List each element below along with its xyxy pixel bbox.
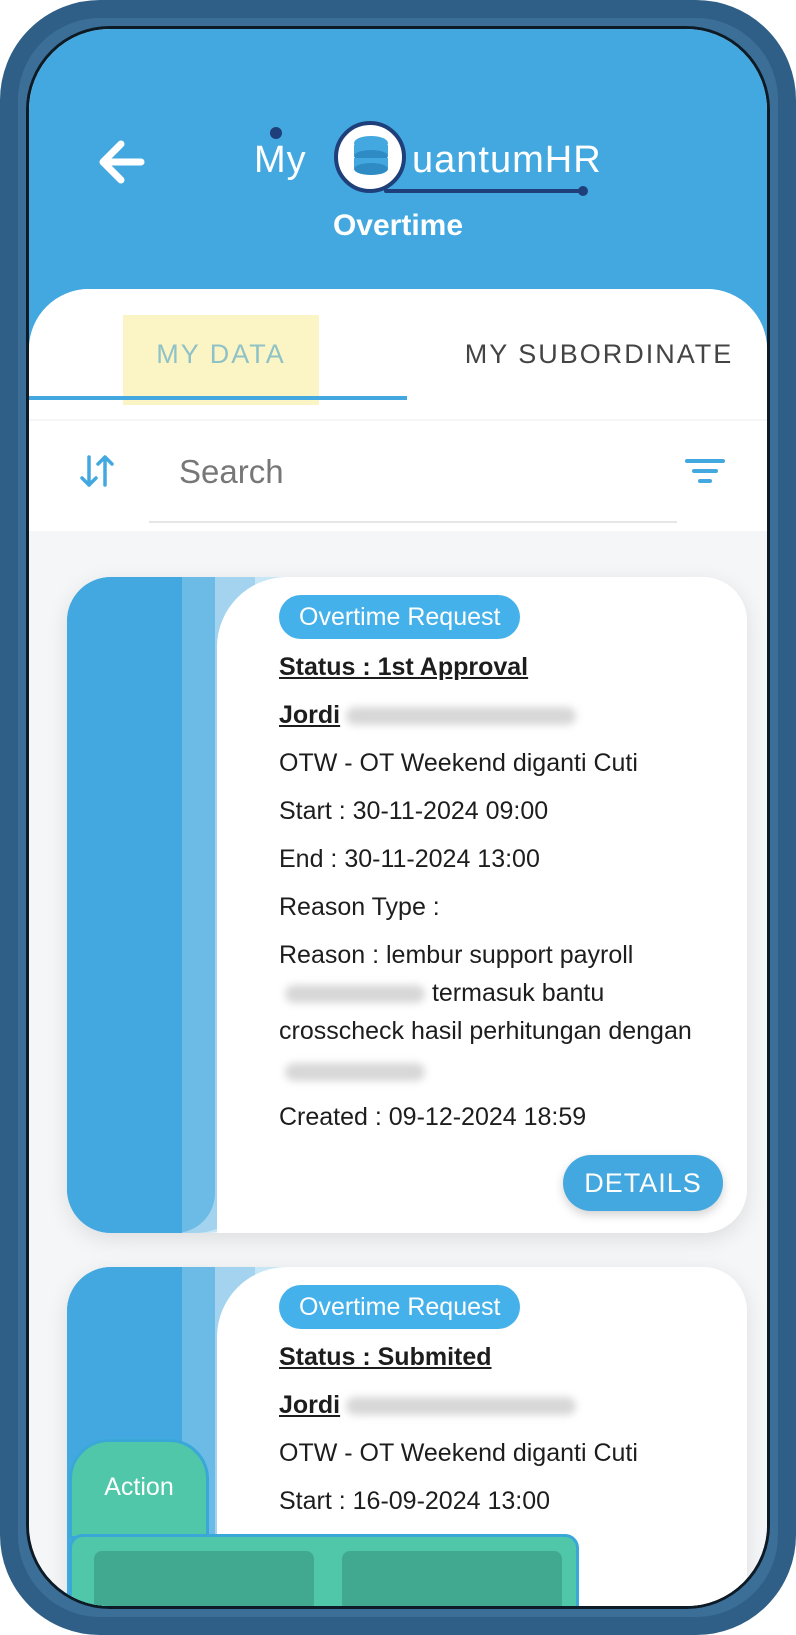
details-button[interactable]: DETAILS [563,1155,723,1211]
filter-icon [685,459,725,483]
tab-my-subordinate[interactable]: MY SUBORDINATE [429,289,767,419]
employee-name: Jordi [279,701,577,730]
reason-line: termasuk bantu [279,979,604,1008]
filter-button[interactable] [683,451,727,491]
start-time: Start : 30-11-2024 09:00 [279,797,549,825]
redacted-text [285,985,425,1004]
logo-underline-dot [578,186,588,196]
tab-bar: MY DATA MY SUBORDINATE [29,289,767,419]
search-input[interactable] [177,441,651,503]
employee-name: Jordi [279,1391,577,1420]
action-button[interactable]: Action [69,1439,209,1539]
active-tab-indicator [29,396,407,400]
start-time: Start : 16-09-2024 13:00 [279,1487,551,1515]
logo-dot [270,127,282,139]
overtime-card: Overtime Request Status : 1st Approval J… [67,577,747,1233]
status-text: Status : Submited [279,1343,492,1371]
logo-badge [334,121,406,193]
reason-line: Reason : lembur support payroll [279,941,634,969]
sort-arrows-icon [80,455,114,487]
back-button[interactable] [87,127,157,197]
logo-text-my: My [254,139,307,181]
reason-line [279,1057,425,1086]
sort-button[interactable] [77,451,117,491]
employee-first-name: Jordi [279,1391,341,1419]
redacted-surname [346,707,577,726]
tab-my-data-label: MY DATA [156,338,286,369]
action-option[interactable] [342,1551,562,1606]
end-time: End : 30-11-2024 13:00 [279,845,540,873]
created-time: Created : 09-12-2024 18:59 [279,1103,587,1131]
device-frame: My uantumHR Overtime MY DATA MY SUBORDIN… [0,0,796,1635]
reason-line: crosscheck hasil perhitungan dengan [279,1017,692,1045]
reason-type: Reason Type : [279,893,440,921]
redacted-text [285,1063,425,1082]
overtime-type: OTW - OT Weekend diganti Cuti [279,1439,638,1467]
search-divider [149,521,677,523]
action-option[interactable] [94,1551,314,1606]
reason-line-text: termasuk bantu [431,979,605,1007]
action-panel [69,1534,579,1606]
page-title: Overtime [332,209,464,242]
redacted-surname [346,1397,577,1416]
card-content: Overtime Request Status : 1st Approval J… [217,577,747,1233]
request-type-badge: Overtime Request [279,1285,521,1329]
app-logo: My uantumHR [254,109,624,209]
logo-text-rest: uantumHR [412,139,602,181]
overtime-type: OTW - OT Weekend diganti Cuti [279,749,638,777]
card-stripe [67,577,182,1233]
search-bar [29,421,767,531]
screen: My uantumHR Overtime MY DATA MY SUBORDIN… [26,26,770,1609]
arrow-left-icon [99,140,145,184]
request-type-badge: Overtime Request [279,595,521,639]
status-text: Status : 1st Approval [279,653,529,681]
logo-underline [384,189,584,193]
database-icon [354,136,388,175]
employee-first-name: Jordi [279,701,341,729]
